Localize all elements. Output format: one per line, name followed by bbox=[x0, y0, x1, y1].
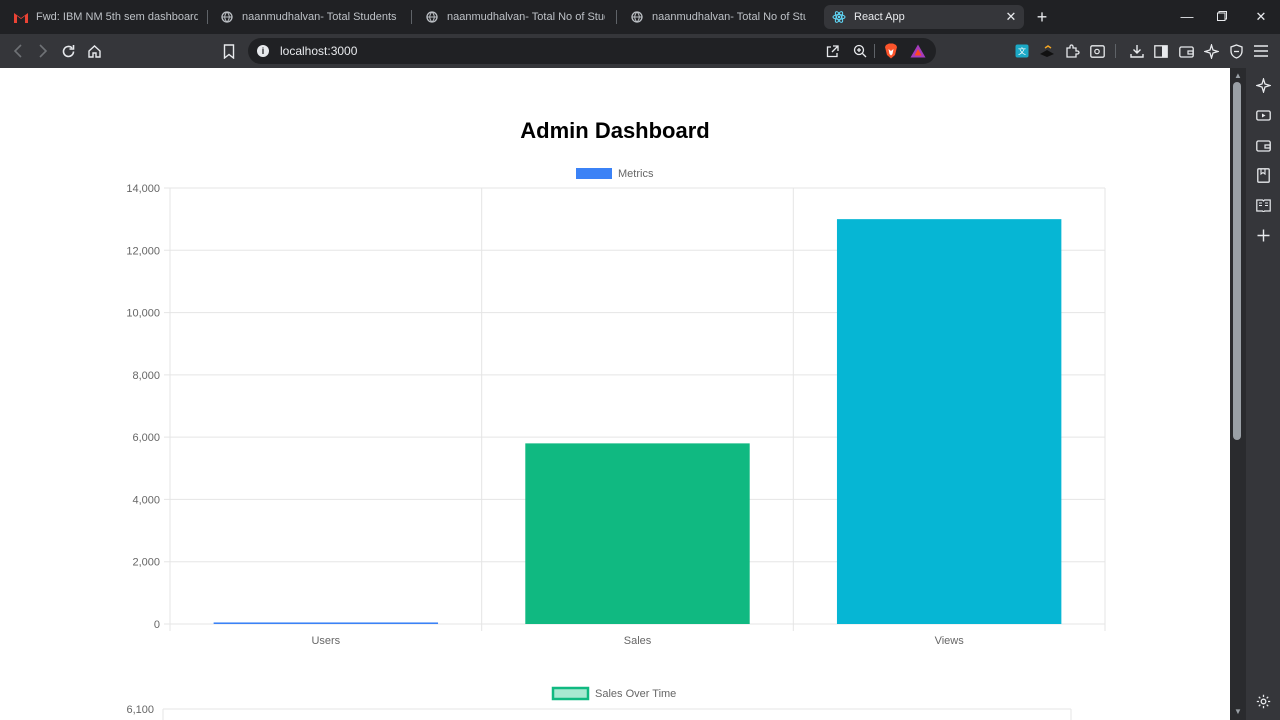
minimize-button[interactable]: — bbox=[1177, 7, 1197, 27]
share-icon[interactable] bbox=[823, 42, 841, 60]
menu-icon[interactable] bbox=[1252, 42, 1270, 60]
address-bar[interactable]: i localhost:3000 bbox=[248, 38, 936, 64]
scrollbar-thumb[interactable] bbox=[1233, 82, 1241, 440]
reload-icon[interactable] bbox=[59, 42, 77, 60]
url-text[interactable]: localhost:3000 bbox=[280, 44, 357, 58]
svg-text:文: 文 bbox=[1018, 46, 1026, 56]
wallet-sidebar-icon[interactable] bbox=[1254, 136, 1272, 154]
globe-icon bbox=[425, 10, 439, 24]
charts-canvas: 14,000 12,000 10,000 8,000 6,000 4,000 2,000 0 U… bbox=[126, 168, 1106, 720]
tab-label: naanmudhalvan- Total No of Student bbox=[447, 11, 605, 23]
tab-naanmudhalvan-1[interactable]: naanmudhalvan- Total Students Subs bbox=[212, 5, 408, 29]
x-tick-label: Sales bbox=[624, 635, 652, 647]
brave-shields-icon[interactable] bbox=[882, 42, 900, 60]
download-icon[interactable] bbox=[1128, 42, 1146, 60]
add-panel-icon[interactable] bbox=[1254, 226, 1272, 244]
back-icon[interactable] bbox=[9, 42, 27, 60]
close-window-button[interactable]: ✕ bbox=[1251, 7, 1271, 27]
brave-rewards-icon[interactable] bbox=[909, 42, 927, 60]
leo-ai-icon[interactable] bbox=[1202, 42, 1220, 60]
sidebar-toggle-icon[interactable] bbox=[1152, 42, 1170, 60]
reading-list-icon[interactable] bbox=[1254, 196, 1272, 214]
tab-separator bbox=[616, 10, 617, 24]
reader-mode-icon[interactable] bbox=[1088, 42, 1106, 60]
close-tab-icon[interactable]: ✕ bbox=[1004, 10, 1018, 24]
forward-icon[interactable] bbox=[34, 42, 52, 60]
home-icon[interactable] bbox=[85, 42, 103, 60]
globe-icon bbox=[220, 10, 234, 24]
extensions-puzzle-icon[interactable] bbox=[1063, 42, 1081, 60]
tab-separator bbox=[411, 10, 412, 24]
y-tick-label: 8,000 bbox=[132, 370, 160, 382]
zoom-icon[interactable] bbox=[851, 42, 869, 60]
sidebar-settings-icon[interactable] bbox=[1254, 692, 1272, 710]
y-tick-label: 6,000 bbox=[132, 432, 160, 444]
bookmark-icon[interactable] bbox=[220, 42, 238, 60]
y-tick-label: 10,000 bbox=[126, 308, 160, 320]
tab-gmail[interactable]: Fwd: IBM NM 5th sem dashboard Lo bbox=[6, 5, 206, 29]
tab-naanmudhalvan-3[interactable]: naanmudhalvan- Total No of Student bbox=[622, 5, 814, 29]
gmail-icon bbox=[14, 10, 28, 24]
right-sidebar bbox=[1246, 68, 1280, 720]
extension-icon[interactable] bbox=[1038, 42, 1056, 60]
wallet-icon[interactable] bbox=[1177, 42, 1195, 60]
y-tick-label: 2,000 bbox=[132, 557, 160, 569]
y-tick-label: 4,000 bbox=[132, 494, 160, 506]
x-tick-label: Users bbox=[311, 635, 340, 647]
y-tick-label: 12,000 bbox=[126, 245, 160, 257]
site-info-icon[interactable]: i bbox=[257, 45, 269, 57]
video-call-icon[interactable] bbox=[1254, 106, 1272, 124]
web-page: Admin Dashboard 14,000 12,000 10,000 8,000 6… bbox=[0, 68, 1230, 720]
react-icon bbox=[832, 10, 846, 24]
new-tab-button[interactable]: + bbox=[1033, 8, 1051, 26]
browser-toolbar: i localhost:3000 文 bbox=[0, 34, 1280, 68]
url-separator bbox=[874, 44, 875, 58]
scroll-up-icon[interactable]: ▲ bbox=[1233, 72, 1243, 80]
x-tick-label: Views bbox=[935, 635, 965, 647]
legend-label: Metrics bbox=[618, 168, 654, 180]
tab-label: naanmudhalvan- Total No of Student bbox=[652, 11, 806, 23]
legend-label: Sales Over Time bbox=[595, 688, 676, 700]
y-tick-label: 6,100 bbox=[126, 704, 154, 716]
tab-label: naanmudhalvan- Total Students Subs bbox=[242, 11, 400, 23]
tab-separator bbox=[207, 10, 208, 24]
tab-react-app[interactable]: React App ✕ bbox=[824, 5, 1024, 29]
bar-sales bbox=[525, 443, 750, 624]
vpn-shield-icon[interactable] bbox=[1227, 42, 1245, 60]
tab-strip: Fwd: IBM NM 5th sem dashboard Lo naanmud… bbox=[0, 0, 1280, 34]
tab-naanmudhalvan-2[interactable]: naanmudhalvan- Total No of Student bbox=[417, 5, 613, 29]
tab-label: Fwd: IBM NM 5th sem dashboard Lo bbox=[36, 11, 198, 23]
toolbar-separator bbox=[1115, 44, 1116, 58]
y-tick-label: 0 bbox=[154, 619, 160, 631]
legend-swatch bbox=[551, 686, 590, 701]
globe-icon bbox=[630, 10, 644, 24]
tab-label: React App bbox=[854, 11, 905, 23]
legend-swatch bbox=[576, 168, 612, 179]
maximize-button[interactable] bbox=[1212, 7, 1232, 27]
translate-icon[interactable]: 文 bbox=[1013, 42, 1031, 60]
leo-sidebar-icon[interactable] bbox=[1254, 76, 1272, 94]
bookmarks-sidebar-icon[interactable] bbox=[1254, 166, 1272, 184]
y-tick-label: 14,000 bbox=[126, 183, 160, 195]
bar-views bbox=[836, 219, 1062, 624]
bar-users bbox=[213, 622, 439, 624]
scroll-down-icon[interactable]: ▼ bbox=[1233, 708, 1243, 716]
